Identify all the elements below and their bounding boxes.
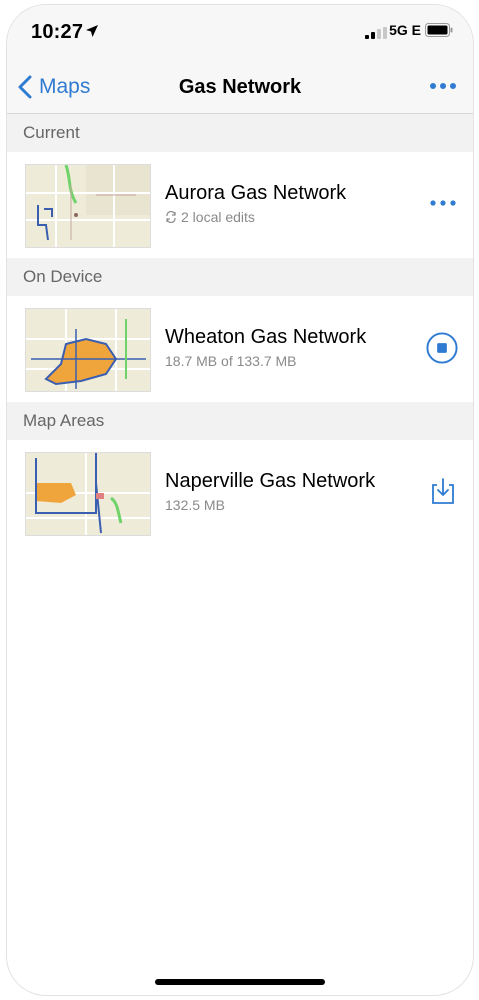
map-thumbnail [25, 164, 151, 248]
item-subtitle: 18.7 MB of 133.7 MB [165, 353, 297, 369]
location-arrow-icon [86, 25, 98, 37]
page-title: Gas Network [178, 76, 302, 98]
stop-download-icon[interactable] [425, 331, 459, 365]
list-item-wheaton[interactable]: Wheaton Gas Network 18.7 MB of 133.7 MB [7, 296, 473, 402]
navigation-bar: Maps Gas Network [7, 61, 473, 113]
network-type: 5G E [389, 22, 421, 38]
section-header-map-areas: Map Areas [7, 402, 473, 440]
battery-icon [425, 23, 453, 37]
section-header-current: Current [7, 114, 473, 152]
list-item-aurora[interactable]: Aurora Gas Network 2 local edits [7, 152, 473, 258]
item-title: Wheaton Gas Network [165, 326, 367, 348]
status-bar: 10:27 5G E [7, 5, 473, 57]
sync-icon [166, 211, 176, 223]
item-title: Naperville Gas Network [165, 470, 376, 492]
status-time: 10:27 [31, 21, 84, 43]
home-indicator[interactable] [155, 979, 325, 985]
map-thumbnail [25, 452, 151, 536]
map-thumbnail [25, 308, 151, 392]
content-list: Current Aurora Gas Network 2 local edits… [7, 114, 473, 546]
more-icon[interactable] [429, 189, 457, 217]
item-subtitle: 132.5 MB [165, 497, 225, 513]
more-options-icon[interactable] [429, 81, 457, 91]
top-bar: 10:27 5G E Maps Gas Network [7, 5, 473, 114]
phone-screen: 10:27 5G E Maps Gas Network Current Auro… [6, 4, 474, 996]
section-header-on-device: On Device [7, 258, 473, 296]
cellular-signal-icon [365, 27, 387, 39]
download-icon[interactable] [429, 477, 457, 505]
list-item-naperville[interactable]: Naperville Gas Network 132.5 MB [7, 440, 473, 546]
item-title: Aurora Gas Network [165, 182, 347, 204]
item-subtitle: 2 local edits [181, 209, 255, 225]
